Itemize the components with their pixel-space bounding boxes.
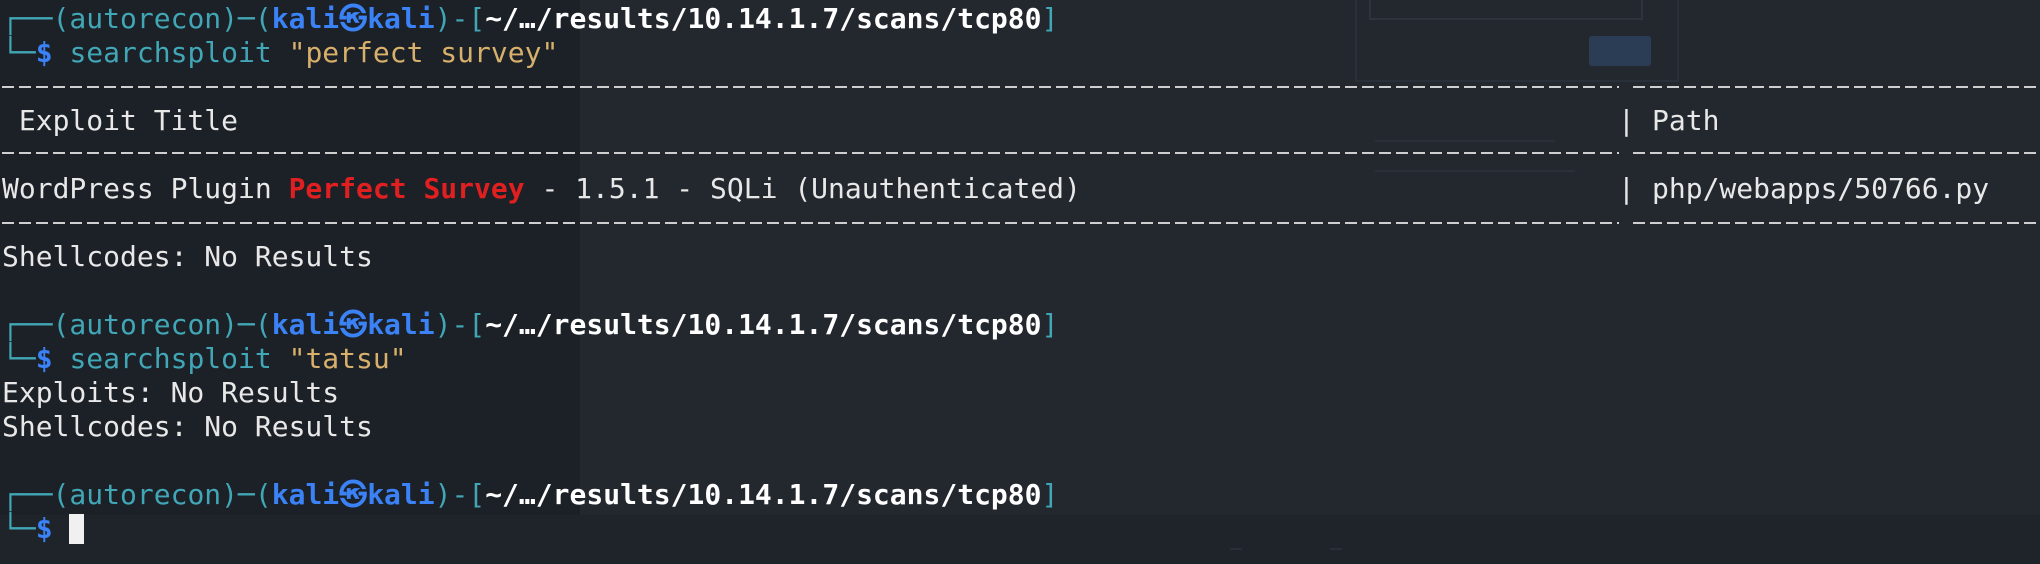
table-separator-path: [1633, 152, 2040, 154]
table-separator-path: [1633, 86, 2040, 88]
background-divider: [1330, 548, 1342, 550]
text-cursor[interactable]: [69, 514, 85, 544]
background-input: [1369, 0, 1643, 20]
background-divider: [1375, 170, 1575, 172]
prompt-header: ┌──(autorecon)─(kali㉿kali)-[~/…/results/…: [2, 478, 1059, 511]
exploit-title-prefix: WordPress Plugin: [2, 172, 289, 205]
shellcodes-result: Shellcodes: No Results: [2, 410, 373, 443]
table-separator-title: [2, 222, 1619, 224]
table-separator-path: [1633, 222, 2040, 224]
background-button: [1589, 36, 1651, 66]
command-line: └─$ searchsploit "tatsu": [2, 342, 407, 375]
prompt-header: ┌──(autorecon)─(kali㉿kali)-[~/…/results/…: [2, 2, 1059, 35]
table-separator-title: [2, 86, 1619, 88]
venv-label: (autorecon): [52, 2, 239, 35]
background-divider: [1230, 548, 1242, 550]
exploits-result: Exploits: No Results: [2, 376, 340, 409]
kali-icon: ㉿: [339, 308, 368, 341]
prompt-header: ┌──(autorecon)─(kali㉿kali)-[~/…/results/…: [2, 308, 1059, 341]
exploit-path[interactable]: php/webapps/50766.py: [1652, 172, 1989, 206]
command-line: └─$ searchsploit "perfect survey": [2, 36, 559, 69]
exploit-title-suffix: - 1.5.1 - SQLi (Unauthenticated): [524, 172, 1081, 205]
background-lower-window: [0, 515, 2040, 564]
terminal-window[interactable]: ┌──(autorecon)─(kali㉿kali)-[~/…/results/…: [0, 0, 2040, 564]
kali-icon: ㉿: [339, 2, 368, 35]
column-header-title: Exploit Title: [18, 104, 239, 137]
exploit-title-highlight: Perfect Survey: [288, 172, 525, 205]
shellcodes-result: Shellcodes: No Results: [2, 240, 373, 273]
background-divider: [1375, 140, 1555, 142]
table-row-separator: |: [1618, 172, 1635, 205]
active-command-line[interactable]: └─$: [2, 512, 85, 546]
user-name: kali: [271, 2, 340, 35]
background-login-form: [1355, 0, 1679, 82]
table-separator-title: [2, 152, 1619, 154]
prompt-symbol: $: [35, 36, 53, 69]
table-row[interactable]: WordPress Plugin Perfect Survey - 1.5.1 …: [2, 172, 1081, 206]
column-header-path: Path: [1652, 104, 1720, 137]
kali-icon: ㉿: [339, 478, 368, 511]
table-header: Exploit Title: [2, 104, 238, 138]
host-name: kali: [367, 2, 435, 35]
command-name: searchsploit: [69, 36, 272, 69]
command-argument: "perfect survey": [288, 36, 559, 69]
table-header-separator: |: [1618, 104, 1635, 137]
cwd-path: ~/…/results/10.14.1.7/scans/tcp80: [485, 2, 1042, 35]
